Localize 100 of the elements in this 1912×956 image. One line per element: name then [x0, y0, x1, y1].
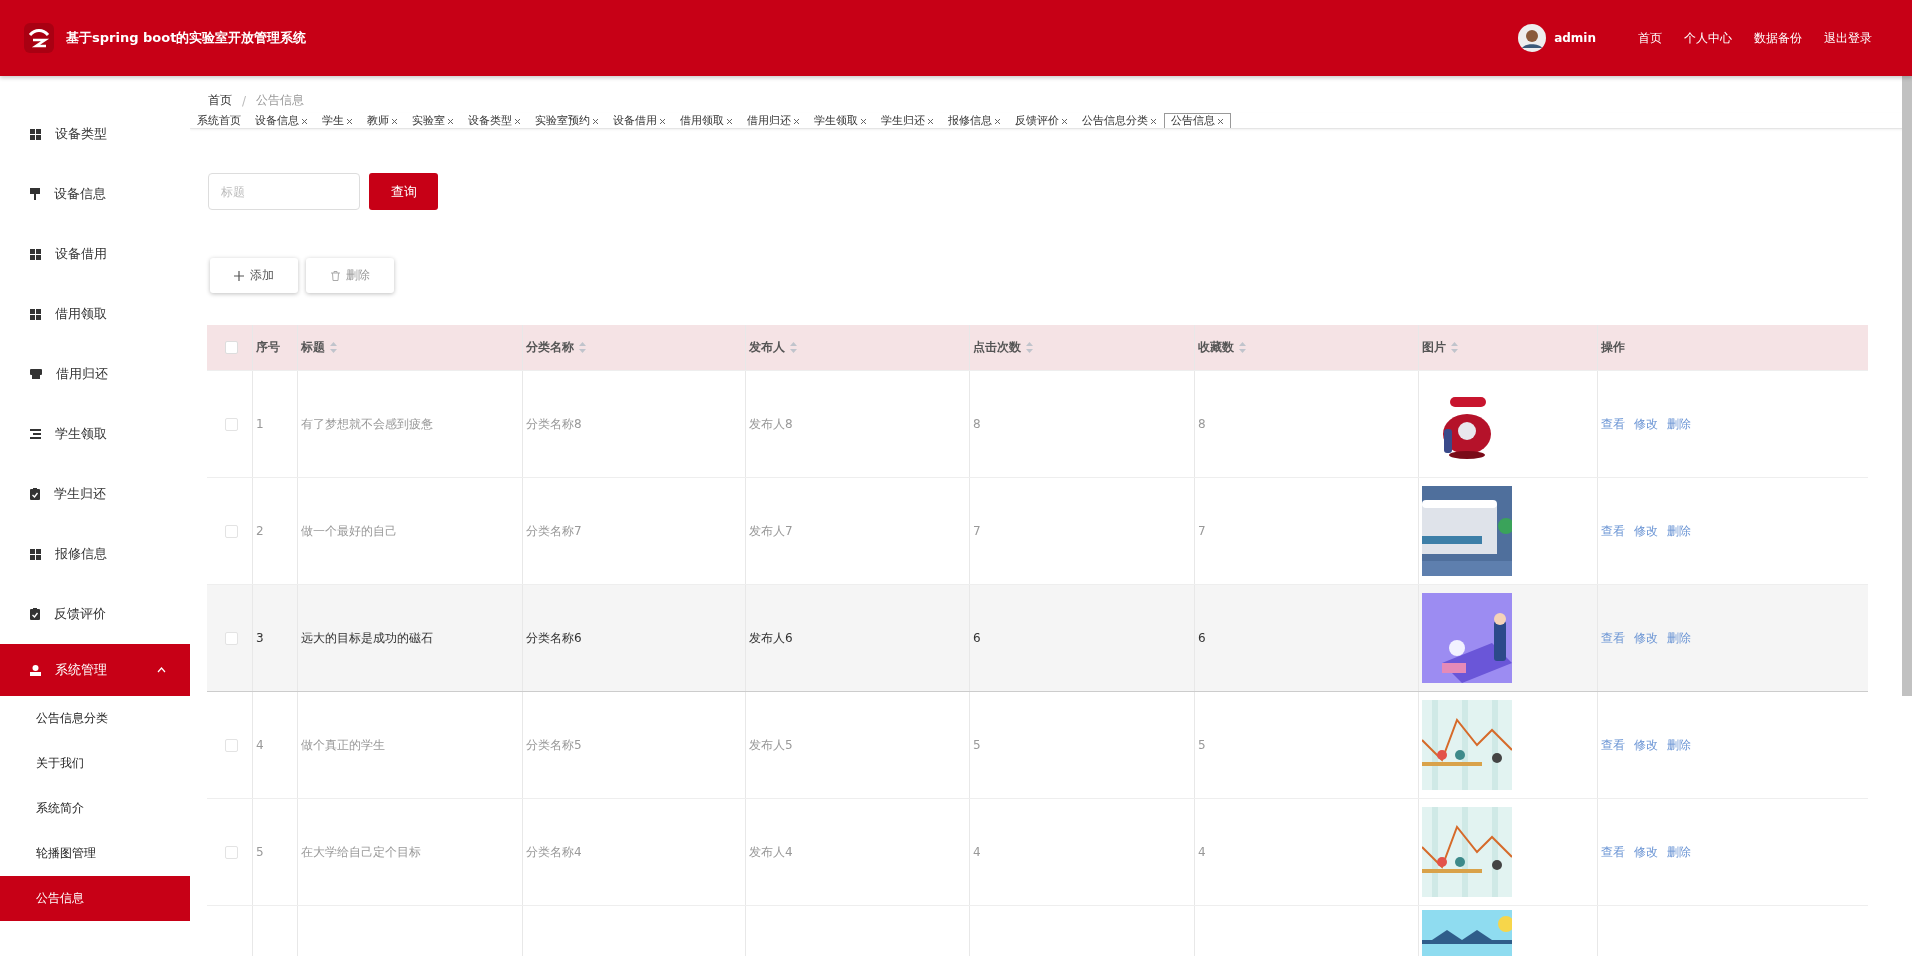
- tab-label: 借用领取: [680, 114, 724, 128]
- menu-item[interactable]: 报修信息: [0, 524, 190, 584]
- tab-label: 学生领取: [814, 114, 858, 128]
- close-icon[interactable]: [1217, 117, 1224, 125]
- header-link[interactable]: 数据备份: [1754, 29, 1802, 47]
- checkbox[interactable]: [224, 417, 238, 431]
- close-icon[interactable]: [793, 117, 800, 125]
- menu-item[interactable]: 学生归还: [0, 464, 190, 524]
- tab[interactable]: 实验室: [405, 113, 461, 128]
- close-icon[interactable]: [514, 117, 521, 125]
- close-icon[interactable]: [592, 117, 599, 125]
- checkbox[interactable]: [224, 341, 238, 354]
- close-icon[interactable]: [927, 117, 934, 125]
- grid-icon: [30, 248, 41, 260]
- add-button[interactable]: 添加: [210, 258, 298, 293]
- tab[interactable]: 学生领取: [807, 113, 874, 128]
- close-icon[interactable]: [1061, 117, 1068, 125]
- table-cell: 3: [256, 631, 264, 645]
- table-cell: 发布人5: [749, 736, 793, 754]
- title-search-field[interactable]: 标题: [208, 173, 360, 210]
- table-cell: 分类名称6: [526, 629, 582, 647]
- tab[interactable]: 反馈评价: [1008, 113, 1075, 128]
- header-link[interactable]: 退出登录: [1824, 29, 1872, 47]
- menu-item[interactable]: 设备借用: [0, 224, 190, 284]
- submenu-item[interactable]: 公告信息: [0, 876, 190, 921]
- close-icon[interactable]: [726, 117, 733, 125]
- list-icon: [30, 429, 41, 439]
- close-icon[interactable]: [391, 117, 398, 125]
- tab-label: 设备信息: [255, 114, 299, 128]
- table-cell: 4: [973, 845, 981, 859]
- chevron-icon[interactable]: [157, 667, 166, 673]
- table-cell: 分类名称4: [526, 843, 582, 861]
- column-header: 图片: [1422, 339, 1446, 356]
- menu-label: 借用领取: [55, 305, 108, 323]
- tab[interactable]: 借用归还: [740, 113, 807, 128]
- breadcrumb-item[interactable]: 首页: [208, 92, 232, 109]
- menu-item[interactable]: 借用归还: [0, 344, 190, 404]
- breadcrumb-separator: /: [242, 93, 247, 108]
- menu-label: 系统管理: [55, 661, 108, 679]
- search-button[interactable]: 查询: [369, 173, 438, 210]
- close-icon[interactable]: [860, 117, 867, 125]
- checkbox[interactable]: [224, 631, 238, 645]
- tab[interactable]: 设备信息: [248, 113, 315, 128]
- avatar-icon[interactable]: [1518, 24, 1547, 52]
- grid-icon: [30, 128, 41, 140]
- submenu-item[interactable]: 轮播图管理: [0, 831, 190, 876]
- tab[interactable]: 教师: [360, 113, 405, 128]
- scrollbar[interactable]: [1902, 76, 1912, 696]
- column-header: 分类名称: [526, 339, 574, 356]
- tab[interactable]: 设备类型: [461, 113, 528, 128]
- user-icon: [30, 664, 41, 676]
- tab-label: 设备借用: [613, 114, 657, 128]
- grid-icon: [30, 308, 41, 320]
- tab[interactable]: 系统首页: [190, 113, 248, 128]
- app-title: 基于spring boot的实验室开放管理系统: [66, 29, 308, 47]
- user-name: admin: [1554, 31, 1596, 45]
- table-cell: 8: [1198, 417, 1206, 431]
- submenu-item[interactable]: 公告信息分类: [0, 696, 190, 741]
- close-icon[interactable]: [301, 117, 308, 125]
- table-cell: 发布人6: [749, 629, 793, 647]
- close-icon[interactable]: [659, 117, 666, 125]
- tab[interactable]: 学生归还: [874, 113, 941, 128]
- menu-item[interactable]: 借用领取: [0, 284, 190, 344]
- menu-item[interactable]: 学生领取: [0, 404, 190, 464]
- checkbox[interactable]: [224, 524, 238, 538]
- logo-icon: [24, 23, 54, 53]
- table-cell: 有了梦想就不会感到疲惫: [301, 415, 433, 433]
- tab-label: 报修信息: [948, 114, 992, 128]
- table-cell: 分类名称8: [526, 415, 582, 433]
- paint-brush-icon: [30, 188, 40, 200]
- tab[interactable]: 报修信息: [941, 113, 1008, 128]
- column-header: 序号: [256, 339, 280, 356]
- table-cell: 分类名称7: [526, 522, 582, 540]
- header-link[interactable]: 个人中心: [1684, 29, 1732, 47]
- tab-label: 借用归还: [747, 114, 791, 128]
- table-cell: 2: [256, 524, 264, 538]
- tab[interactable]: 学生: [315, 113, 360, 128]
- tab[interactable]: 设备借用: [606, 113, 673, 128]
- menu-item[interactable]: 设备信息: [0, 164, 190, 224]
- tab[interactable]: 实验室预约: [528, 113, 606, 128]
- checkbox[interactable]: [224, 738, 238, 752]
- checkbox[interactable]: [224, 845, 238, 859]
- close-icon[interactable]: [994, 117, 1001, 125]
- close-icon[interactable]: [447, 117, 454, 125]
- submenu-item[interactable]: 关于我们: [0, 741, 190, 786]
- menu-item[interactable]: 系统管理: [0, 644, 190, 696]
- menu-label: 反馈评价: [54, 605, 107, 623]
- menu-label: 报修信息: [55, 545, 108, 563]
- menu-label: 学生归还: [54, 485, 107, 503]
- submenu-item[interactable]: 系统简介: [0, 786, 190, 831]
- close-icon[interactable]: [346, 117, 353, 125]
- close-icon[interactable]: [1150, 117, 1157, 125]
- tab[interactable]: 借用领取: [673, 113, 740, 128]
- menu-item[interactable]: 反馈评价: [0, 584, 190, 644]
- header-link[interactable]: 首页: [1638, 29, 1662, 47]
- menu-label: 设备借用: [55, 245, 108, 263]
- table-row[interactable]: 3 远大的目标是成功的磁石 分类名称6 发布人6 6 6 查看 修改 删除: [207, 585, 1868, 692]
- tab[interactable]: 公告信息分类: [1075, 113, 1164, 128]
- tab[interactable]: 公告信息: [1164, 113, 1231, 128]
- menu-item[interactable]: 设备类型: [0, 104, 190, 164]
